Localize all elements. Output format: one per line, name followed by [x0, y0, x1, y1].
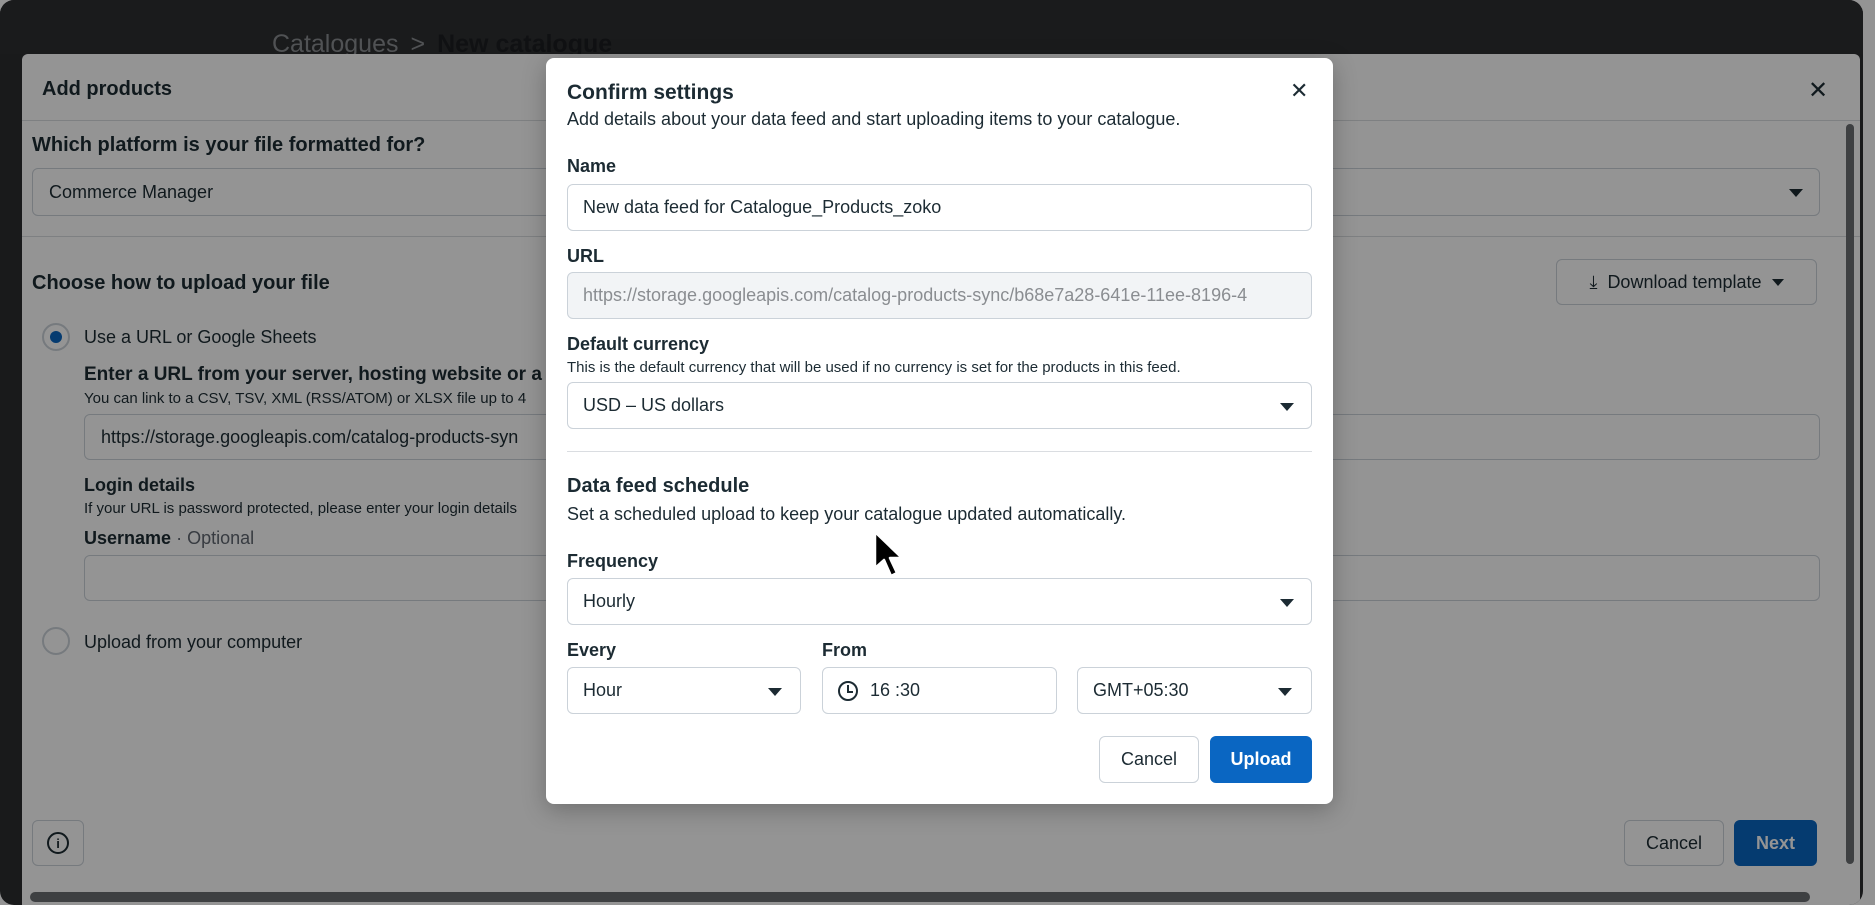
name-input-value: New data feed for Catalogue_Products_zok…	[583, 197, 942, 217]
close-icon[interactable]: ✕	[1290, 78, 1308, 104]
from-label: From	[822, 640, 867, 660]
url-field-readonly: https://storage.googleapis.com/catalog-p…	[567, 272, 1312, 319]
frequency-label: Frequency	[567, 551, 659, 571]
dialog-title: Confirm settings	[567, 81, 734, 104]
chevron-down-icon	[768, 688, 782, 696]
name-input[interactable]: New data feed for Catalogue_Products_zok…	[567, 184, 1312, 231]
currency-select[interactable]: USD – US dollars	[567, 382, 1312, 429]
url-field-value: https://storage.googleapis.com/catalog-p…	[583, 285, 1248, 305]
schedule-help-text: Set a scheduled upload to keep your cata…	[567, 504, 1127, 524]
currency-label: Default currency	[567, 334, 710, 354]
timezone-value: GMT+05:30	[1093, 680, 1189, 700]
every-select[interactable]: Hour	[567, 667, 801, 714]
dialog-divider	[567, 451, 1312, 452]
every-value: Hour	[583, 680, 623, 700]
from-time-value: 16 :30	[870, 680, 921, 700]
frequency-select[interactable]: Hourly	[567, 578, 1312, 625]
every-label: Every	[567, 640, 617, 660]
name-label: Name	[567, 156, 617, 176]
url-label: URL	[567, 246, 604, 266]
upload-label: Upload	[1230, 749, 1292, 769]
mouse-pointer-icon	[873, 530, 904, 578]
dialog-cancel-button[interactable]: Cancel	[1099, 736, 1199, 783]
currency-value: USD – US dollars	[583, 395, 725, 415]
upload-button[interactable]: Upload	[1210, 736, 1312, 783]
chevron-down-icon	[1280, 599, 1294, 607]
from-time-input[interactable]: 16 :30	[822, 667, 1057, 714]
chevron-down-icon	[1280, 403, 1294, 411]
schedule-heading: Data feed schedule	[567, 475, 750, 497]
confirm-settings-dialog: Confirm settings ✕ Add details about you…	[546, 58, 1333, 804]
dialog-subtitle: Add details about your data feed and sta…	[567, 109, 1181, 129]
currency-help-text: This is the default currency that will b…	[567, 359, 1181, 376]
timezone-select[interactable]: GMT+05:30	[1077, 667, 1312, 714]
clock-icon	[838, 680, 858, 701]
dialog-cancel-label: Cancel	[1120, 749, 1178, 769]
frequency-value: Hourly	[583, 591, 636, 611]
chevron-down-icon	[1278, 688, 1292, 696]
